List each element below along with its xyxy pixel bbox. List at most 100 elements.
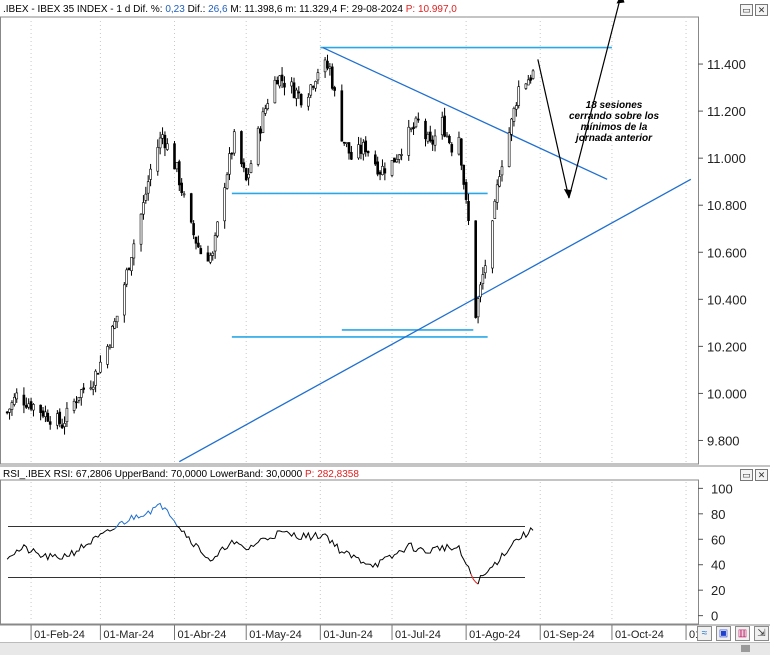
candle-body (60, 424, 64, 429)
candle-body (467, 200, 470, 221)
candle-body (108, 345, 112, 348)
candle-body (345, 142, 348, 144)
candle-body (173, 143, 176, 170)
candle-body (75, 401, 78, 404)
candle-body (512, 108, 516, 122)
price-y-tick-label: 11.400 (707, 57, 746, 72)
candle-body (323, 59, 327, 73)
candle-body (393, 157, 396, 163)
candle-body (180, 182, 183, 194)
zoom-tool-icon[interactable]: ⇲ (754, 626, 769, 641)
chart-window: .IBEX - IBEX 35 INDEX - 1 d Dif. %: 0,23… (0, 0, 770, 659)
candle-body (8, 408, 11, 413)
candle-body (407, 126, 411, 156)
rsi-y-tick-label: 40 (711, 558, 725, 573)
x-tick-label: 01-Feb-24 (34, 629, 85, 641)
candle-body (431, 139, 434, 145)
candle-body (123, 284, 126, 316)
candle-body (476, 298, 480, 318)
candle-body (132, 243, 136, 259)
candle-body (144, 193, 148, 201)
candle-body (342, 141, 346, 144)
candle-body (295, 89, 298, 99)
candle-body (531, 70, 535, 79)
scrollbar-thumb[interactable] (741, 645, 750, 652)
candle-body (364, 140, 368, 153)
annotation-line: jornada anterior (574, 133, 653, 144)
candle-body (142, 202, 145, 215)
candle-body (517, 86, 521, 106)
candle-body (483, 265, 487, 274)
rsi-line (176, 525, 472, 575)
candle-body (113, 321, 117, 329)
candle-body (498, 176, 501, 187)
x-tick-label: 01-Oct-24 (615, 629, 664, 641)
candle-body (309, 84, 313, 96)
candle-body (192, 223, 195, 236)
rsi-line (114, 502, 178, 530)
rsi-line (6, 528, 115, 561)
scale-icon[interactable]: ▥ (735, 626, 750, 641)
rsi-line (470, 573, 479, 585)
candle-body (146, 181, 150, 194)
candle-body (127, 267, 131, 271)
candle-body (381, 166, 384, 175)
candle-body (479, 284, 482, 298)
rsi-y-tick-label: 80 (711, 507, 725, 522)
candle-body (278, 75, 281, 87)
candle-body (326, 60, 329, 69)
candle-body (417, 118, 420, 121)
horizontal-scrollbar[interactable] (0, 642, 770, 655)
candle-body (373, 154, 377, 165)
candle-body (223, 187, 226, 222)
candle-body (156, 147, 160, 172)
candle-body (125, 269, 128, 285)
candle-body (56, 413, 59, 426)
candle-body (197, 242, 200, 248)
candle-body (347, 142, 351, 154)
candle-body (22, 394, 26, 406)
candle-body (412, 126, 415, 129)
candle-body (46, 412, 50, 422)
x-tick-label: 01-Ago-24 (469, 629, 520, 641)
candle-body (500, 166, 504, 176)
candle-body (158, 137, 162, 149)
candle-body (299, 93, 303, 106)
candle-body (175, 162, 179, 170)
candle-body (29, 401, 33, 410)
save-icon[interactable]: ▣ (716, 626, 731, 641)
candle-body (292, 82, 296, 99)
candle-body (328, 66, 332, 69)
candle-body (409, 128, 413, 130)
candle-body (316, 72, 320, 81)
candle-body (510, 118, 513, 135)
candle-body (230, 152, 234, 155)
candle-body (63, 423, 66, 427)
candle-body (89, 387, 93, 390)
price-panel-frame (0, 16, 699, 465)
rsi-panel-frame (0, 479, 699, 625)
candle-body (240, 131, 243, 165)
candle-body (44, 411, 47, 417)
candle-body (526, 79, 530, 86)
candle-body (13, 396, 16, 405)
candle-body (27, 403, 30, 408)
projection-arrowhead (616, 0, 625, 4)
candle-body (275, 80, 279, 85)
rsi-y-tick-label: 20 (711, 583, 725, 598)
candle-body (72, 400, 76, 411)
candle-body (166, 143, 169, 150)
x-tick-label: 01-Jul-24 (395, 629, 441, 641)
candle-body (216, 221, 219, 237)
candle-body (397, 154, 401, 160)
candle-body (163, 134, 167, 149)
wave-tool-icon[interactable]: ≈ (697, 626, 712, 641)
candle-body (41, 410, 45, 417)
chart-canvas: 9.800 10.000 10.200 10.400 10.600 10.800 11.00… (0, 0, 770, 641)
annotation-line: cerrando sobre los (569, 111, 659, 122)
candle-body (378, 171, 382, 175)
candle-body (366, 150, 370, 154)
candle-body (414, 117, 418, 128)
candle-body (362, 142, 365, 155)
candle-body (261, 111, 265, 133)
